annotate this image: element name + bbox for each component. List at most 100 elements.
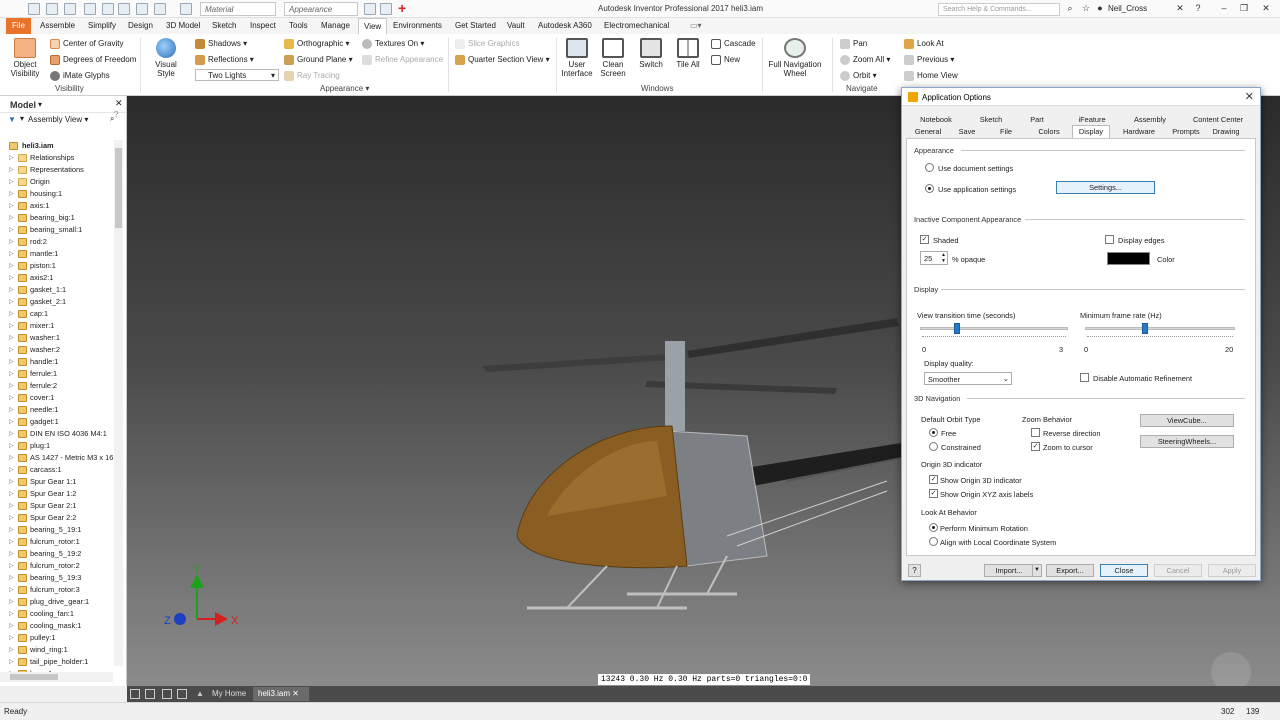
measure-icon[interactable] [180,3,192,15]
select-icon[interactable] [154,3,166,15]
tree-item[interactable]: ▷ gasket_2:1 [0,296,113,308]
expand-icon[interactable]: ▷ [9,308,14,320]
visual-style-button[interactable]: Visual Style [146,38,186,78]
expand-icon[interactable]: ▷ [9,644,14,656]
imate-glyphs-button[interactable]: iMate Glyphs [50,70,110,82]
reverse-direction-checkbox[interactable] [1031,428,1040,437]
tab-environments[interactable]: Environments [389,20,446,31]
tree-item[interactable]: ▷ bearing_small:1 [0,224,113,236]
apply-button[interactable]: Apply [1208,564,1256,577]
settings-button[interactable]: Settings... [1056,181,1155,194]
user-interface-button[interactable]: User Interface [560,38,594,78]
tree-item[interactable]: ▷ tail_pipe_holder:1 [0,656,113,668]
tab-3d-model[interactable]: 3D Model [162,20,204,31]
show-origin-checkbox[interactable]: ✓ [929,475,938,484]
expand-icon[interactable]: ▷ [9,164,14,176]
min-frame-rate-slider[interactable] [1085,327,1235,330]
tree-item[interactable]: ▷ gasket_1:1 [0,284,113,296]
tree-item[interactable]: ▷ fulcrum_rotor:1 [0,536,113,548]
assembly-view-select[interactable]: Assembly View ▾ [28,115,88,124]
tab-sketch[interactable]: Sketch [208,20,240,31]
tab-hardware[interactable]: Hardware [1120,126,1158,138]
tab-drawing[interactable]: Drawing [1208,126,1244,138]
redo-icon[interactable] [102,3,114,15]
ground-plane-button[interactable]: Ground Plane ▾ [284,54,353,66]
tab-my-home[interactable]: My Home [207,687,251,701]
expand-icon[interactable]: ▷ [9,512,14,524]
chevron-down-icon[interactable]: ▾ [38,100,42,109]
tile-all-button[interactable]: Tile All [672,38,704,69]
tab-assemble[interactable]: Assemble [36,20,79,31]
dialog-title-bar[interactable]: Application Options ✕ [902,88,1260,106]
shadows-button[interactable]: Shadows ▾ [195,38,247,50]
tree-item[interactable]: ▷ carcass:1 [0,464,113,476]
tab-tools[interactable]: Tools [285,20,312,31]
tree-item[interactable]: ▷ Relationships [0,152,113,164]
tree-item[interactable]: ▷ pulley:1 [0,632,113,644]
min-rotation-radio[interactable] [929,523,938,532]
export-button[interactable]: Export... [1046,564,1094,577]
steeringwheels-button[interactable]: SteeringWheels... [1140,435,1234,448]
tree-item[interactable]: ▷ bearing_5_19:2 [0,548,113,560]
tab-prompts[interactable]: Prompts [1168,126,1204,138]
tree-item[interactable]: ▷ washer:1 [0,332,113,344]
quarter-section-button[interactable]: Quarter Section View ▾ [455,54,550,66]
home-view-button[interactable]: Home View [904,70,958,82]
expand-icon[interactable]: ▷ [9,320,14,332]
tab-simplify[interactable]: Simplify [84,20,120,31]
expand-icon[interactable]: ▷ [9,344,14,356]
orbit-constrained-radio[interactable] [929,442,938,451]
adjust-icon[interactable] [364,3,376,15]
tab-file[interactable]: File [994,126,1018,138]
expand-icon[interactable]: ▷ [9,632,14,644]
shaded-checkbox[interactable]: ✓ [920,235,929,244]
tree-item[interactable]: ▷ plug_drive_gear:1 [0,596,113,608]
switch-button[interactable]: Switch [636,38,666,69]
tab-electromechanical[interactable]: Electromechanical [600,20,673,31]
tree-item[interactable]: ▷ ferrule:2 [0,380,113,392]
expand-icon[interactable]: ▷ [9,248,14,260]
user-name[interactable]: Neil_Cross [1108,4,1147,13]
open-icon[interactable] [46,3,58,15]
expand-icon[interactable]: ▷ [9,224,14,236]
tree-root[interactable]: heli3.iam [0,140,113,152]
tree-item[interactable]: ▷ cover:1 [0,392,113,404]
new-window-button[interactable]: New [711,54,740,66]
tree-item[interactable]: ▷ Spur Gear 1:2 [0,488,113,500]
tree-item[interactable]: ▷ bearing_big:1 [0,212,113,224]
expand-icon[interactable]: ▷ [9,584,14,596]
help-icon[interactable]: ? [1192,2,1204,14]
tile-icon[interactable] [130,689,140,699]
ribbon-options-icon[interactable]: ▭▾ [686,20,706,31]
tree-item[interactable]: ▷ Spur Gear 2:2 [0,512,113,524]
expand-icon[interactable]: ▷ [9,368,14,380]
tree-item[interactable]: ▷ cap:1 [0,308,113,320]
display-quality-select[interactable]: Smoother ⌄ [924,372,1012,385]
tab-sketch[interactable]: Sketch [974,114,1008,126]
expand-icon[interactable]: ▷ [9,536,14,548]
tree-item[interactable]: ▷ ferrule:1 [0,368,113,380]
expand-icon[interactable]: ▷ [9,200,14,212]
tree-item[interactable]: ▷ DIN EN ISO 4036 M4:1 [0,428,113,440]
view-transition-thumb[interactable] [954,323,960,334]
tab-autodesk-a360[interactable]: Autodesk A360 [534,20,596,31]
appearance-select[interactable]: Appearance [284,2,358,16]
minimize-icon[interactable]: – [1218,2,1230,14]
orthographic-button[interactable]: Orthographic ▾ [284,38,350,50]
tab-file[interactable]: File [6,18,31,34]
tab-heli3[interactable]: heli3.iam ✕ [253,687,309,701]
color-swatch[interactable] [1107,252,1150,265]
add-icon[interactable]: + [398,1,410,15]
tab-inspect[interactable]: Inspect [246,20,280,31]
orbit-free-radio[interactable] [929,428,938,437]
import-dropdown-icon[interactable]: ▼ [1032,564,1042,577]
display-edges-checkbox[interactable] [1105,235,1114,244]
tree-item[interactable]: ▷ Origin [0,176,113,188]
exchange-icon[interactable]: ✕ [1174,2,1186,14]
tree-item[interactable]: ▷ housing:1 [0,188,113,200]
restore-icon[interactable]: ❐ [1238,2,1250,14]
tree-item[interactable]: ▷ mixer:1 [0,320,113,332]
expand-icon[interactable]: ▷ [9,476,14,488]
expand-icon[interactable]: ▷ [9,260,14,272]
grid-icon[interactable] [145,689,155,699]
